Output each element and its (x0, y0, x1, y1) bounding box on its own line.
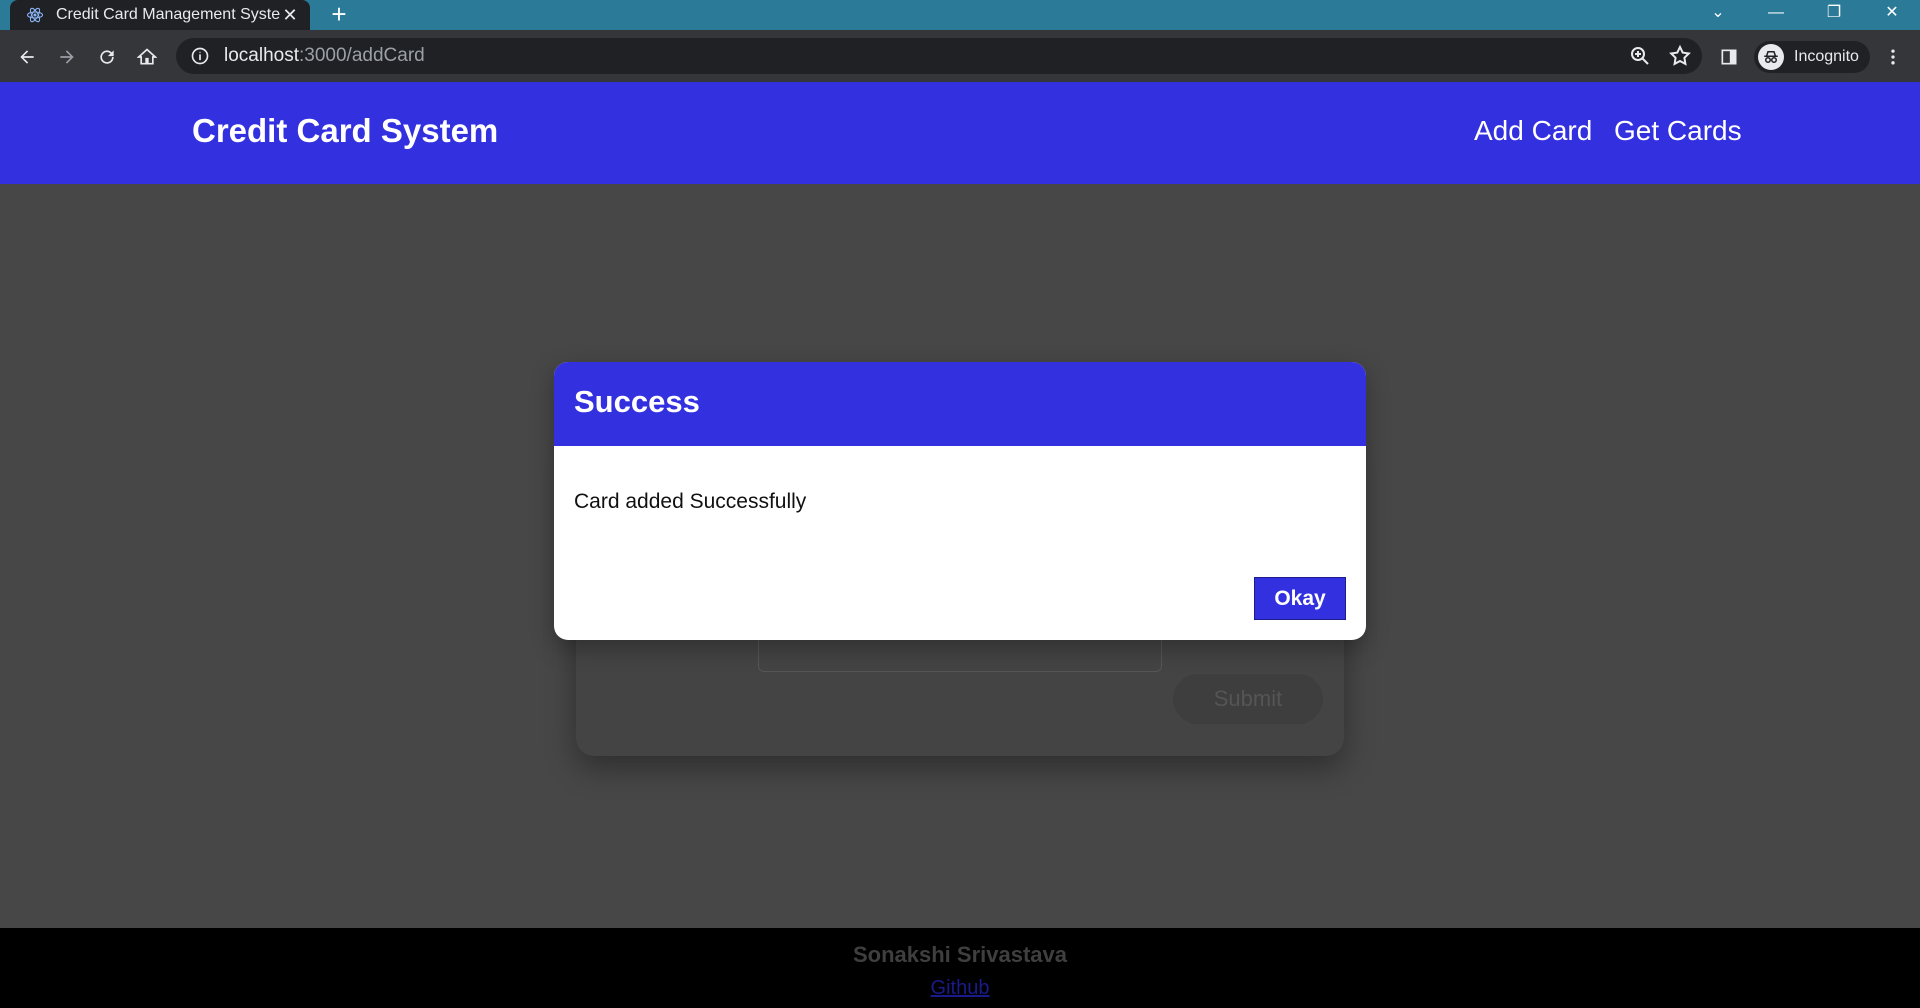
modal-header: Success (554, 362, 1366, 446)
app-navbar: Credit Card System Add Card Get Cards (0, 82, 1920, 184)
nav-get-cards[interactable]: Get Cards (1614, 115, 1742, 147)
zoom-icon[interactable] (1628, 44, 1652, 68)
footer-github-link[interactable]: Github (0, 977, 1920, 1000)
modal-title: Success (574, 384, 700, 419)
new-tab-icon[interactable]: + (324, 0, 354, 30)
react-icon (24, 4, 46, 26)
minimize-icon[interactable]: — (1748, 0, 1804, 30)
site-info-icon[interactable] (190, 46, 210, 66)
footer-author: Sonakshi Srivastava (852, 942, 1067, 967)
address-bar[interactable]: localhost:3000/addCard (176, 38, 1702, 74)
restore-icon[interactable]: ❐ (1806, 0, 1862, 30)
browser-tab-strip: Credit Card Management System ✕ + ⌄ — ❐ … (0, 0, 1920, 30)
url-path: :3000/addCard (299, 45, 425, 66)
modal-message: Card added Successfully (574, 490, 807, 513)
side-panel-icon[interactable] (1716, 44, 1742, 70)
submit-button[interactable]: Submit (1173, 674, 1323, 724)
tab-title: Credit Card Management System (56, 6, 280, 23)
nav-add-card[interactable]: Add Card (1474, 115, 1592, 147)
incognito-label: Incognito (1794, 48, 1859, 65)
browser-tab[interactable]: Credit Card Management System ✕ (10, 0, 310, 30)
incognito-icon (1758, 44, 1784, 70)
tab-search-icon[interactable]: ⌄ (1690, 0, 1746, 30)
reload-icon[interactable] (94, 44, 120, 70)
browser-toolbar: localhost:3000/addCard Incognito (0, 30, 1920, 82)
bookmark-star-icon[interactable] (1668, 44, 1692, 68)
url-host: localhost (224, 45, 299, 66)
okay-button[interactable]: Okay (1254, 577, 1346, 620)
success-modal: Success Card added Successfully Okay (554, 362, 1366, 640)
footer: Sonakshi Srivastava Github (0, 928, 1920, 1008)
forward-icon[interactable] (54, 44, 80, 70)
menu-kebab-icon[interactable] (1880, 44, 1906, 70)
brand-title[interactable]: Credit Card System (192, 112, 498, 150)
tab-close-icon[interactable]: ✕ (280, 5, 300, 26)
incognito-profile-button[interactable]: Incognito (1754, 41, 1870, 73)
back-icon[interactable] (14, 44, 40, 70)
home-icon[interactable] (134, 44, 160, 70)
window-close-icon[interactable]: ✕ (1864, 0, 1920, 30)
